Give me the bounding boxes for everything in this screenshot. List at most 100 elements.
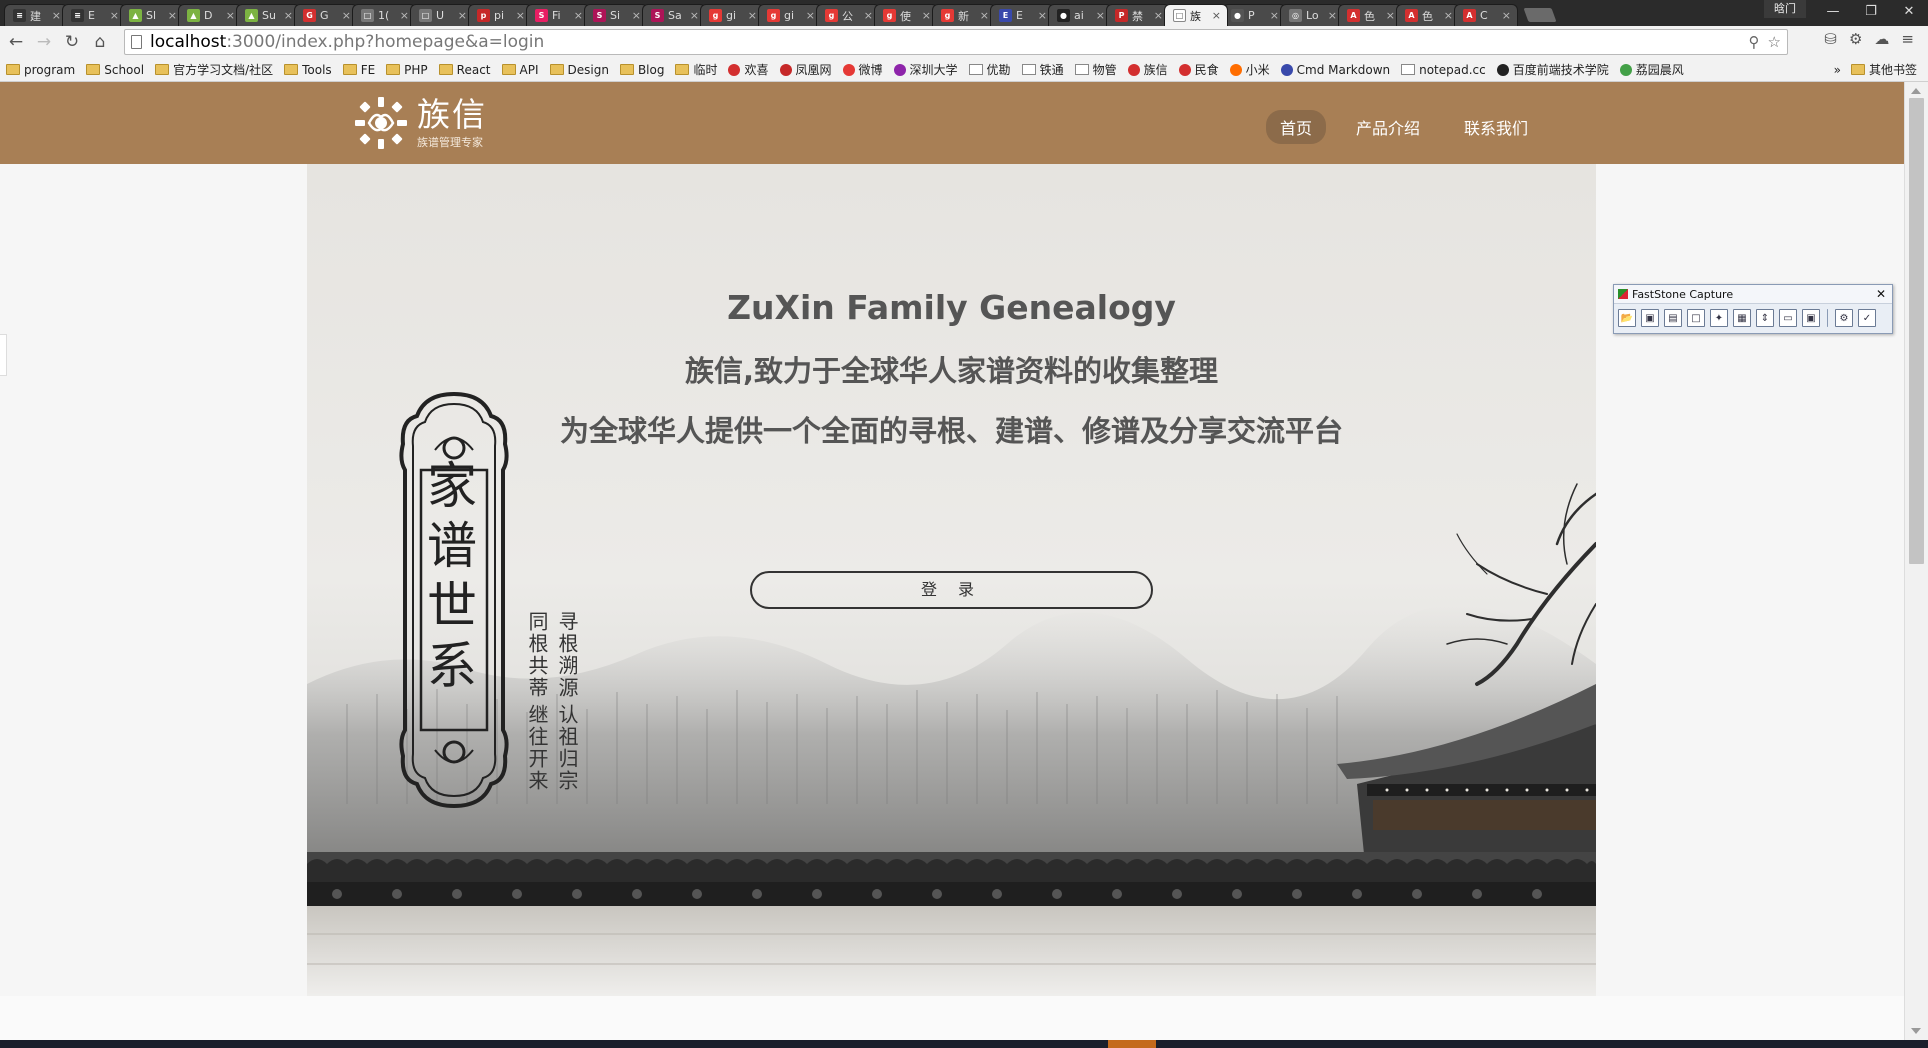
bookmark-item[interactable]: notepad.cc [1401, 63, 1486, 77]
tab-close-icon[interactable]: × [980, 9, 989, 22]
capture-rectangle-icon[interactable]: □ [1687, 309, 1705, 327]
scroll-up-arrow-icon[interactable] [1911, 88, 1921, 94]
extension-icon[interactable]: ☁ [1874, 30, 1889, 48]
home-button[interactable]: ⌂ [86, 28, 114, 56]
bookmark-item[interactable]: 物管 [1074, 61, 1117, 78]
restore-button[interactable]: ❐ [1852, 0, 1890, 22]
settings-icon[interactable]: ✓ [1858, 309, 1876, 327]
browser-tab[interactable]: P 禁 × [1106, 4, 1170, 26]
browser-tab[interactable]: ▲ D × [178, 4, 242, 26]
scrollbar-thumb[interactable] [1909, 98, 1924, 564]
nav-contact[interactable]: 联系我们 [1450, 110, 1542, 144]
browser-tab[interactable]: ≡ 建 × [4, 4, 68, 26]
tab-close-icon[interactable]: × [1328, 9, 1337, 22]
nav-home[interactable]: 首页 [1266, 110, 1327, 144]
browser-tab[interactable]: g 新 × [932, 4, 996, 26]
record-video-icon[interactable]: ▣ [1802, 309, 1820, 327]
bookmark-item[interactable]: 民食 [1178, 61, 1219, 78]
scroll-down-arrow-icon[interactable] [1911, 1028, 1921, 1034]
tab-close-icon[interactable]: × [400, 9, 409, 22]
capture-object-icon[interactable]: ▤ [1664, 309, 1682, 327]
tab-close-icon[interactable]: × [690, 9, 699, 22]
address-bar[interactable]: localhost:3000/index.php?homepage&a=logi… [124, 29, 1788, 55]
taskbar-active-item[interactable] [1108, 1040, 1156, 1048]
tab-close-icon[interactable]: × [458, 9, 467, 22]
back-button[interactable]: ← [2, 28, 30, 56]
forward-button[interactable]: → [30, 28, 58, 56]
tab-close-icon[interactable]: × [748, 9, 757, 22]
browser-tab[interactable]: ● ai × [1048, 4, 1112, 26]
bookmark-item[interactable]: 百度前端技术学院 [1496, 61, 1609, 78]
browser-tab[interactable]: ≡ E × [62, 4, 126, 26]
tab-close-icon[interactable]: × [110, 9, 119, 22]
bookmark-item[interactable]: API [501, 63, 539, 77]
tab-close-icon[interactable]: × [226, 9, 235, 22]
bookmark-item[interactable]: 临时 [675, 61, 717, 78]
bookmark-item[interactable]: Blog [619, 63, 664, 77]
bookmark-item[interactable]: Tools [284, 63, 332, 77]
browser-tab[interactable]: □ 1(× [352, 4, 416, 26]
bookmark-other[interactable]: 其他书签 [1850, 61, 1917, 78]
capture-freehand-icon[interactable]: ✦ [1710, 309, 1728, 327]
bookmark-item[interactable]: React [438, 63, 491, 77]
bookmark-item[interactable]: School [86, 63, 144, 77]
browser-tab[interactable]: g gi × [700, 4, 764, 26]
browser-tab[interactable]: ▲ Sl × [120, 4, 184, 26]
tab-close-icon[interactable]: × [1154, 9, 1163, 22]
new-tab-button[interactable] [1523, 8, 1557, 22]
bookmark-item[interactable]: 微博 [842, 61, 883, 78]
capture-window-icon[interactable]: ▣ [1641, 309, 1659, 327]
tab-close-icon[interactable]: × [52, 9, 61, 22]
extension-icon[interactable]: ⛁ [1824, 30, 1837, 48]
browser-tab[interactable]: □ U × [410, 4, 474, 26]
tab-close-icon[interactable]: × [1270, 9, 1279, 22]
browser-tab[interactable]: □ 族 × [1164, 4, 1228, 26]
capture-fixed-region-icon[interactable]: ▭ [1779, 309, 1797, 327]
capture-fullscreen-icon[interactable]: ▦ [1733, 309, 1751, 327]
bookmark-item[interactable]: 族信 [1127, 61, 1168, 78]
bookmark-item[interactable]: FE [342, 63, 375, 77]
browser-tab[interactable]: g gi × [758, 4, 822, 26]
key-icon[interactable]: ⚲ [1749, 33, 1760, 51]
bookmark-item[interactable]: Design [549, 63, 609, 77]
tab-close-icon[interactable]: × [1212, 9, 1221, 22]
browser-tab[interactable]: S Fi × [526, 4, 590, 26]
tab-close-icon[interactable]: × [168, 9, 177, 22]
bookmark-item[interactable]: 凤凰网 [779, 61, 832, 78]
bookmark-item[interactable]: 官方学习文档/社区 [155, 61, 273, 78]
extension-icon[interactable]: ⚙ [1849, 30, 1862, 48]
browser-tab[interactable]: ● P × [1222, 4, 1286, 26]
bookmark-star-icon[interactable]: ☆ [1768, 33, 1781, 51]
window-user-label[interactable]: 晗门 [1764, 0, 1806, 18]
bookmark-item[interactable]: 荔园晨风 [1619, 61, 1684, 78]
bookmark-item[interactable]: 欢喜 [728, 61, 769, 78]
tab-close-icon[interactable]: × [806, 9, 815, 22]
browser-tab[interactable]: ◎ Lo × [1280, 4, 1344, 26]
browser-tab[interactable]: A 色 × [1338, 4, 1402, 26]
site-logo[interactable]: 族信 族谱管理专家 [351, 92, 521, 154]
page-scrollbar[interactable] [1904, 82, 1928, 1040]
open-folder-icon[interactable]: 📂 [1618, 309, 1636, 327]
minimize-button[interactable]: — [1814, 0, 1852, 22]
tab-close-icon[interactable]: × [1038, 9, 1047, 22]
bookmark-item[interactable]: Cmd Markdown [1280, 63, 1390, 77]
tab-close-icon[interactable]: × [516, 9, 525, 22]
browser-tab[interactable]: E E × [990, 4, 1054, 26]
tab-close-icon[interactable]: × [1502, 9, 1511, 22]
bookmark-item[interactable]: PHP [386, 63, 428, 77]
reload-button[interactable]: ↻ [58, 28, 86, 56]
browser-tab[interactable]: A C × [1454, 4, 1518, 26]
browser-tab[interactable]: G G × [294, 4, 358, 26]
side-tab-handle[interactable] [0, 334, 7, 376]
browser-tab[interactable]: g 使 × [874, 4, 938, 26]
faststone-close-button[interactable]: ✕ [1876, 287, 1886, 301]
tab-close-icon[interactable]: × [1096, 9, 1105, 22]
nav-products[interactable]: 产品介绍 [1342, 110, 1434, 144]
browser-tab[interactable]: ▲ Su × [236, 4, 300, 26]
bookmark-item[interactable]: program [6, 63, 75, 77]
browser-tab[interactable]: S Sa × [642, 4, 706, 26]
faststone-titlebar[interactable]: FastStone Capture ✕ [1614, 285, 1892, 304]
browser-tab[interactable]: g 公 × [816, 4, 880, 26]
tab-close-icon[interactable]: × [1444, 9, 1453, 22]
close-window-button[interactable]: ✕ [1890, 0, 1928, 22]
